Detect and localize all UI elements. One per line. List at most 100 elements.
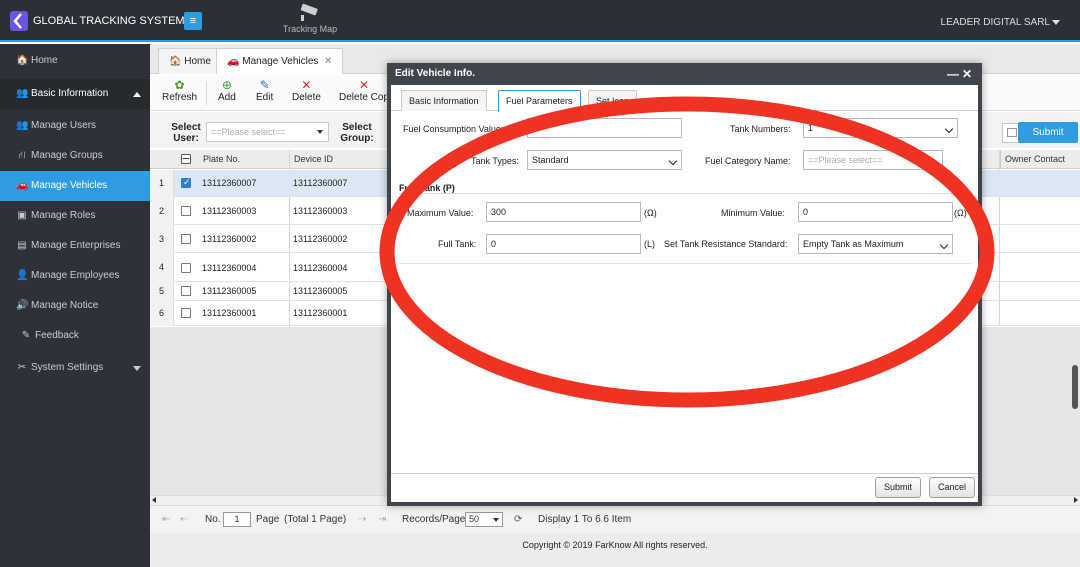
dialog-tabs: Basic Information Fuel Parameters Set Ic… bbox=[391, 85, 978, 112]
reload-icon[interactable]: ⟳ bbox=[514, 514, 522, 525]
sidebar-item-label: Manage Enterprises bbox=[31, 240, 121, 251]
chevron-down-icon bbox=[944, 124, 954, 134]
next-page-icon[interactable]: ⇢ bbox=[358, 514, 366, 525]
sidebar-item-system-settings[interactable]: ✂ System Settings bbox=[0, 353, 150, 383]
sidebar-item-manage-users[interactable]: 👥 Manage Users bbox=[0, 111, 150, 141]
records-per-page-select[interactable]: 50 bbox=[465, 512, 503, 527]
app-title: GLOBAL TRACKING SYSTEM bbox=[33, 15, 185, 27]
minimum-value-input[interactable]: 0 bbox=[798, 202, 953, 222]
fuel-consumption-input[interactable]: 0 bbox=[527, 118, 682, 138]
users-icon: 👥 bbox=[16, 120, 29, 131]
row-checkbox[interactable] bbox=[181, 308, 191, 318]
edit-button[interactable]: ✎ Edit bbox=[256, 78, 273, 103]
tab-set-icon[interactable]: Set Icon bbox=[588, 90, 638, 111]
row-checkbox[interactable] bbox=[181, 286, 191, 296]
minimize-icon[interactable]: — bbox=[947, 63, 959, 85]
sidebar-item-basic-information[interactable]: 👥 Basic Information bbox=[0, 79, 150, 109]
tab-basic-information[interactable]: Basic Information bbox=[401, 90, 487, 111]
roles-icon: ▣ bbox=[17, 210, 27, 221]
fuel-category-select[interactable]: ==Please select== bbox=[803, 150, 943, 170]
row-checkbox[interactable] bbox=[181, 263, 191, 273]
add-icon: ⊕ bbox=[221, 78, 232, 92]
tab-home[interactable]: 🏠 Home bbox=[158, 48, 222, 74]
dialog-footer-divider bbox=[391, 473, 978, 474]
sidebar-item-feedback[interactable]: ✎ Feedback bbox=[0, 321, 150, 351]
tab-label: Home bbox=[184, 56, 211, 67]
row-number: 3 bbox=[150, 225, 174, 253]
tank-types-value: Standard bbox=[532, 155, 569, 165]
home-icon: 🏠 bbox=[169, 56, 182, 67]
maximum-value-input[interactable]: 300 bbox=[486, 202, 641, 222]
tab-manage-vehicles[interactable]: 🚗 Manage Vehicles ✕ bbox=[216, 48, 344, 74]
delete-button[interactable]: ✕ Delete bbox=[292, 78, 321, 103]
caret-down-icon[interactable] bbox=[1052, 20, 1060, 25]
close-icon[interactable]: ✕ bbox=[324, 56, 332, 67]
filter-submit-button[interactable]: Submit bbox=[1018, 122, 1078, 143]
tank-resistance-select[interactable]: Empty Tank as Maximum bbox=[798, 234, 953, 254]
sidebar-item-manage-employees[interactable]: 👤 Manage Employees bbox=[0, 261, 150, 291]
column-plate-no[interactable]: Plate No. bbox=[199, 150, 240, 169]
delete-copy-button[interactable]: ✕ Delete Cop bbox=[339, 78, 389, 103]
car-icon: 🚗 bbox=[227, 56, 240, 67]
tank-numbers-select[interactable]: 1 bbox=[803, 118, 958, 138]
fuel-consumption-label: Fuel Consumption Value: bbox=[403, 124, 504, 134]
last-page-icon[interactable]: ⇥ bbox=[378, 514, 386, 525]
submit-button[interactable]: Submit bbox=[875, 477, 922, 498]
edit-label: Edit bbox=[256, 92, 274, 103]
column-device-id[interactable]: Device ID bbox=[290, 150, 333, 169]
total-pages-label: (Total 1 Page) bbox=[284, 514, 347, 525]
full-tank-input[interactable]: 0 bbox=[486, 234, 641, 254]
row-checkbox[interactable] bbox=[181, 234, 191, 244]
device-cell: 13112360004 bbox=[293, 263, 348, 273]
tab-fuel-parameters[interactable]: Fuel Parameters bbox=[498, 90, 581, 112]
row-checkbox[interactable] bbox=[181, 206, 191, 216]
row-number: 2 bbox=[150, 197, 174, 225]
row-checkbox[interactable] bbox=[181, 177, 191, 188]
camera-icon bbox=[300, 3, 318, 21]
device-cell: 13112360003 bbox=[293, 206, 348, 216]
menu-toggle-button[interactable]: ≡ bbox=[184, 12, 202, 30]
device-cell: 13112360005 bbox=[293, 286, 348, 296]
tracking-map-button[interactable]: Tracking Map bbox=[264, 0, 356, 42]
cancel-button[interactable]: Cancel bbox=[929, 477, 976, 498]
sidebar-item-manage-roles[interactable]: ▣ Manage Roles bbox=[0, 201, 150, 231]
first-page-icon[interactable]: ⇤ bbox=[162, 514, 170, 525]
column-owner-contact[interactable]: Owner Contact bbox=[1000, 150, 1065, 169]
page-number-input[interactable]: 1 bbox=[223, 512, 251, 527]
add-button[interactable]: ⊕ Add bbox=[218, 78, 236, 103]
refresh-button[interactable]: ✿ Refresh bbox=[162, 78, 197, 103]
edit-vehicle-dialog: Edit Vehicle Info. — ✕ Basic Information… bbox=[387, 63, 982, 506]
plate-cell: 13112360003 bbox=[202, 206, 257, 216]
full-tank-label: Full Tank: bbox=[438, 239, 477, 249]
copyright-text: Copyright © 2019 FarKnow All rights rese… bbox=[522, 540, 708, 550]
sidebar-item-home[interactable]: 🏠 Home bbox=[0, 46, 150, 76]
sidebar-item-label: Manage Vehicles bbox=[31, 180, 108, 191]
plate-cell: 13112360007 bbox=[202, 178, 257, 188]
car-icon: 🚗 bbox=[16, 180, 29, 191]
tank-types-select[interactable]: Standard bbox=[527, 150, 682, 170]
vertical-scrollbar[interactable] bbox=[1072, 365, 1078, 409]
sidebar-item-manage-notice[interactable]: 🔊 Manage Notice bbox=[0, 291, 150, 321]
select-all-checkbox[interactable] bbox=[181, 154, 191, 164]
sidebar-item-manage-groups[interactable]: ⛙ Manage Groups bbox=[0, 141, 150, 171]
max-unit-label: (Ω) bbox=[644, 208, 657, 218]
dialog-title: Edit Vehicle Info. bbox=[395, 68, 476, 79]
row-number: 4 bbox=[150, 253, 174, 282]
row-number: 6 bbox=[150, 301, 174, 326]
refresh-label: Refresh bbox=[162, 92, 198, 103]
tracking-map-label: Tracking Map bbox=[282, 24, 338, 34]
dialog-title-bar: Edit Vehicle Info. — ✕ bbox=[387, 63, 982, 85]
prev-page-icon[interactable]: ⇠ bbox=[180, 514, 188, 525]
groups-icon: ⛙ bbox=[18, 150, 26, 161]
device-cell: 13112360002 bbox=[293, 234, 348, 244]
user-menu[interactable]: LEADER DIGITAL SARL bbox=[941, 17, 1050, 28]
tank-resistance-value: Empty Tank as Maximum bbox=[803, 239, 904, 249]
scroll-right-icon[interactable] bbox=[1074, 497, 1078, 503]
select-user-dropdown[interactable]: ==Please select== bbox=[206, 122, 329, 142]
sidebar-item-manage-vehicles[interactable]: 🚗 Manage Vehicles bbox=[0, 171, 150, 201]
toolbar-divider bbox=[206, 81, 207, 105]
select-user-placeholder: ==Please select== bbox=[211, 127, 286, 137]
sidebar-item-manage-enterprises[interactable]: ▤ Manage Enterprises bbox=[0, 231, 150, 261]
scroll-left-icon[interactable] bbox=[152, 497, 156, 503]
close-icon[interactable]: ✕ bbox=[962, 63, 972, 85]
